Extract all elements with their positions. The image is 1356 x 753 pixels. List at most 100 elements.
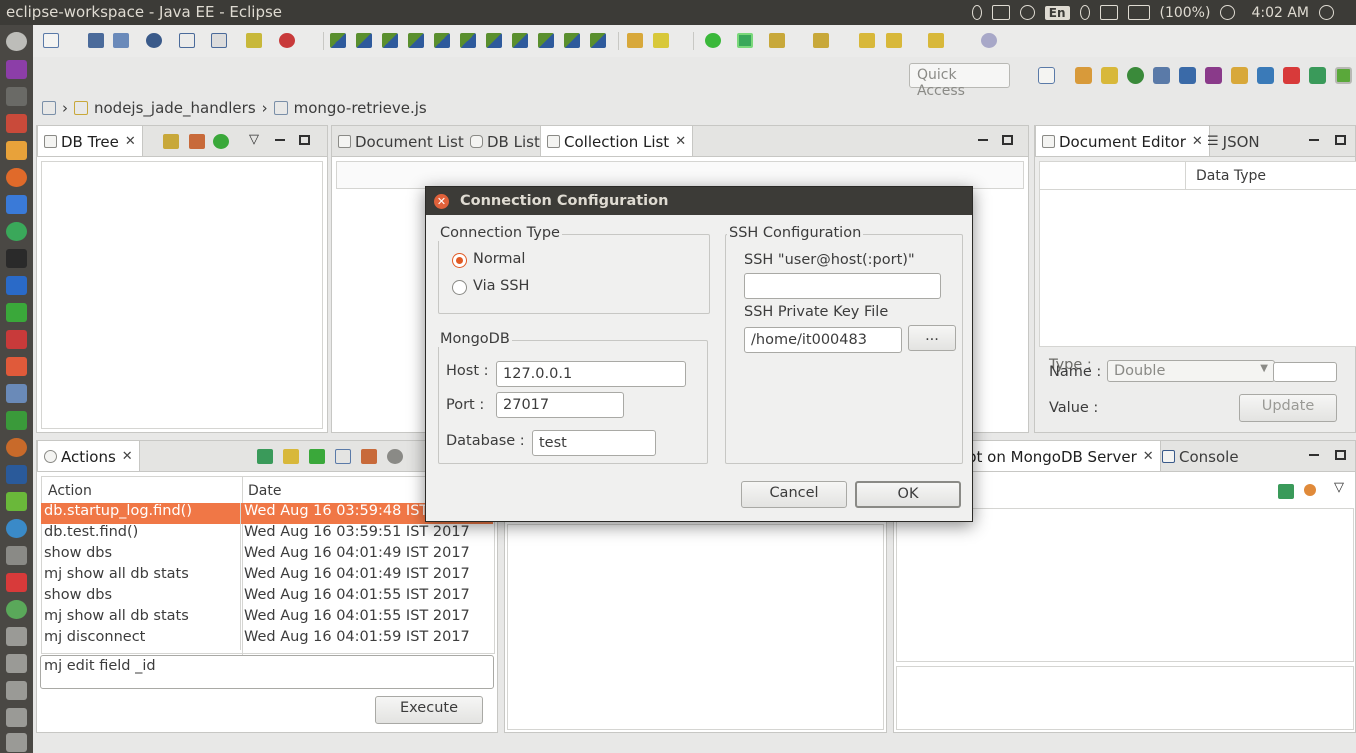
forward-icon[interactable] xyxy=(928,33,944,48)
pin-icon[interactable] xyxy=(981,33,997,48)
app-launcher-icon[interactable] xyxy=(6,600,27,619)
column-data-type[interactable]: Data Type xyxy=(1196,168,1266,184)
column-date[interactable]: Date xyxy=(248,483,281,499)
app-launcher-icon[interactable] xyxy=(6,708,27,727)
app-launcher-icon[interactable] xyxy=(6,654,27,673)
db-tree-list[interactable] xyxy=(41,161,323,429)
mail-icon[interactable] xyxy=(1099,5,1118,20)
table-row[interactable]: db.test.find() Wed Aug 16 03:59:51 IST 2… xyxy=(41,524,493,545)
dash-icon[interactable] xyxy=(6,32,27,51)
clock[interactable]: 4:02 AM xyxy=(1251,5,1309,21)
nodes-icon[interactable] xyxy=(42,101,56,115)
app-launcher-icon[interactable] xyxy=(6,114,27,133)
open-task-icon[interactable] xyxy=(211,33,227,48)
open-folder-icon[interactable] xyxy=(627,33,643,48)
save-icon[interactable] xyxy=(88,33,104,48)
mongo-action-icon[interactable] xyxy=(382,33,398,48)
maximize-icon[interactable] xyxy=(1335,135,1346,145)
export-icon[interactable] xyxy=(257,449,273,464)
maximize-icon[interactable] xyxy=(1335,450,1346,460)
close-icon[interactable]: ✕ xyxy=(675,134,686,149)
minimize-icon[interactable] xyxy=(1309,139,1319,141)
quick-access-input[interactable]: Quick Access xyxy=(909,63,1010,99)
table-row[interactable]: mj show all db stats Wed Aug 16 04:01:55… xyxy=(41,608,493,629)
edit-icon[interactable] xyxy=(246,33,262,48)
minimize-icon[interactable] xyxy=(978,139,988,141)
next-annotation-icon[interactable] xyxy=(769,33,785,48)
perspective-icon[interactable] xyxy=(1075,67,1092,84)
tab-script-on-mongodb-server[interactable]: pt on MongoDB Server ✕ xyxy=(966,441,1161,472)
app-launcher-icon[interactable] xyxy=(6,87,27,106)
power-gear-icon[interactable] xyxy=(1319,5,1334,20)
perspective-icon[interactable] xyxy=(1153,67,1170,84)
tab-db-list[interactable]: DB List xyxy=(464,126,546,157)
git-perspective-icon[interactable] xyxy=(1101,67,1118,84)
app-launcher-icon[interactable] xyxy=(6,573,27,592)
last-edit-icon[interactable] xyxy=(859,33,875,48)
update-button[interactable]: Update xyxy=(1239,394,1337,422)
column-action[interactable]: Action xyxy=(48,483,92,499)
table-row[interactable]: show dbs Wed Aug 16 04:01:55 IST 2017 xyxy=(41,587,493,608)
mongo-action-icon[interactable] xyxy=(330,33,346,48)
close-icon[interactable]: ✕ xyxy=(1143,449,1154,464)
table-row[interactable]: show dbs Wed Aug 16 04:01:49 IST 2017 xyxy=(41,545,493,566)
menu-list-icon[interactable] xyxy=(991,5,1010,20)
mongo-action-icon[interactable] xyxy=(512,33,528,48)
run-script-icon[interactable] xyxy=(1278,484,1294,499)
app-launcher-icon[interactable] xyxy=(6,330,27,349)
code-editor-icon[interactable] xyxy=(6,276,27,295)
view-menu-icon[interactable]: ▽ xyxy=(1334,480,1344,495)
bluetooth-icon[interactable] xyxy=(971,5,982,20)
perspective-icon[interactable] xyxy=(1205,67,1222,84)
prev-annotation-icon[interactable] xyxy=(813,33,829,48)
mongo-action-icon[interactable] xyxy=(538,33,554,48)
maximize-icon[interactable] xyxy=(1002,135,1013,145)
tab-json[interactable]: ☰ JSON xyxy=(1201,126,1266,157)
app-launcher-icon[interactable] xyxy=(6,627,27,646)
back-icon[interactable] xyxy=(886,33,902,48)
radio-via-ssh-label[interactable]: Via SSH xyxy=(473,278,529,294)
magic-wand-icon[interactable] xyxy=(653,33,669,48)
radio-via-ssh[interactable] xyxy=(452,280,467,295)
radio-normal[interactable] xyxy=(452,253,467,268)
document-icon[interactable] xyxy=(6,195,27,214)
spreadsheet-icon[interactable] xyxy=(6,303,27,322)
app-launcher-icon[interactable] xyxy=(6,141,27,160)
view-menu-icon[interactable]: ▽ xyxy=(249,132,259,147)
trash-icon[interactable] xyxy=(6,733,27,752)
save-all-icon[interactable] xyxy=(113,33,129,48)
ssh-user-input[interactable] xyxy=(744,273,941,299)
browse-key-button[interactable]: ... xyxy=(908,325,956,351)
breadcrumb-file[interactable]: mongo-retrieve.js xyxy=(294,99,427,117)
tab-collection-list[interactable]: Collection List ✕ xyxy=(540,126,694,157)
keyboard-language[interactable]: En xyxy=(1044,5,1070,20)
green-circle-icon[interactable] xyxy=(705,33,721,48)
clear-icon[interactable] xyxy=(361,449,377,464)
host-input[interactable]: 127.0.0.1 xyxy=(496,361,686,387)
app-launcher-icon[interactable] xyxy=(6,465,27,484)
mongo-perspective-icon[interactable] xyxy=(1335,67,1352,84)
app-launcher-icon[interactable] xyxy=(6,681,27,700)
tab-db-tree[interactable]: DB Tree ✕ xyxy=(37,126,143,157)
perspective-icon[interactable] xyxy=(1309,67,1326,84)
run-icon[interactable] xyxy=(279,33,295,48)
table-row[interactable]: mj disconnect Wed Aug 16 04:01:59 IST 20… xyxy=(41,629,493,650)
execute-button[interactable]: Execute xyxy=(375,696,483,724)
perspective-icon[interactable] xyxy=(1179,67,1196,84)
app-launcher-icon[interactable] xyxy=(6,357,27,376)
mongo-action-icon[interactable] xyxy=(460,33,476,48)
ok-button[interactable]: OK xyxy=(855,481,961,508)
app-launcher-icon[interactable] xyxy=(6,411,27,430)
tab-document-list[interactable]: Document List xyxy=(332,126,470,157)
battery-icon[interactable] xyxy=(1127,5,1150,20)
mongo-action-icon[interactable] xyxy=(590,33,606,48)
tab-actions[interactable]: Actions ✕ xyxy=(37,441,140,472)
wifi-icon[interactable] xyxy=(1019,5,1035,20)
debug-icon[interactable] xyxy=(146,33,162,48)
close-icon[interactable]: ✕ xyxy=(122,449,133,464)
settings-gear-icon[interactable] xyxy=(387,449,403,464)
type-select[interactable]: Double ▼ xyxy=(1107,360,1275,382)
close-icon[interactable]: ✕ xyxy=(125,134,136,149)
minimize-icon[interactable] xyxy=(1309,454,1319,456)
document-editor-table[interactable]: Data Type xyxy=(1039,161,1356,347)
